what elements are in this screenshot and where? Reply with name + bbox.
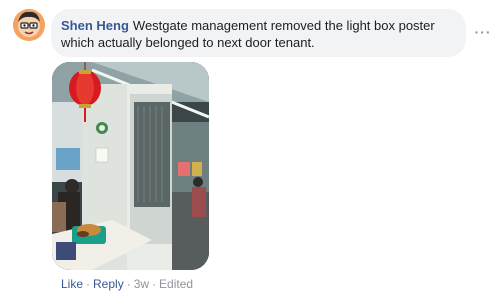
comment-actions: Like · Reply · 3w · Edited xyxy=(61,276,193,292)
ellipsis-icon: ··· xyxy=(474,24,492,40)
edited-label[interactable]: Edited xyxy=(159,277,193,291)
user-avatar[interactable] xyxy=(13,9,45,41)
cartoon-face-avatar-icon xyxy=(13,9,45,41)
comment-photo[interactable] xyxy=(52,62,209,270)
separator-dot: · xyxy=(126,277,131,291)
like-link[interactable]: Like xyxy=(61,277,83,291)
comment-options-button[interactable]: ··· xyxy=(470,22,496,42)
comment-timestamp[interactable]: 3w xyxy=(134,277,149,291)
comment: Shen Heng Westgate management removed the… xyxy=(0,0,502,291)
comment-bubble: Shen Heng Westgate management removed the… xyxy=(51,9,466,57)
separator-dot: · xyxy=(86,277,91,291)
separator-dot: · xyxy=(152,277,157,291)
reply-link[interactable]: Reply xyxy=(93,277,124,291)
comment-author-link[interactable]: Shen Heng xyxy=(61,18,129,33)
photo-store-interior xyxy=(52,62,209,270)
